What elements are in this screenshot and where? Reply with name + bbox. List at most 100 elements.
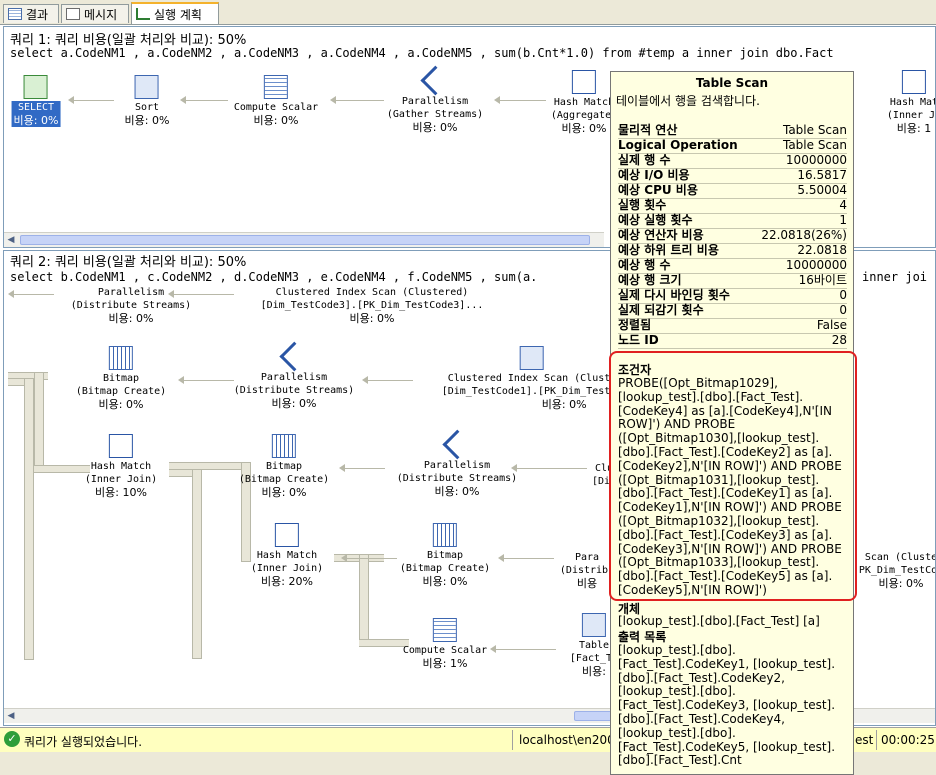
plan-node-cost: 비용: 0% <box>412 121 458 134</box>
tooltip-property-value: Table Scan <box>782 138 847 152</box>
tab-execution-plan[interactable]: 실행 계획 <box>131 2 219 24</box>
plan-node-compute-scalar[interactable]: Compute Scalar 비용: 0% <box>234 75 318 127</box>
tooltip-property-row: 물리적 연산 Table Scan <box>618 123 847 139</box>
tooltip-property-value: False <box>816 318 847 332</box>
plan-node-clustered-index-scan-top[interactable]: Clustered Index Scan (Clustered) [Dim_Te… <box>261 286 484 325</box>
plan-node-clustered-index-scan-right[interactable]: Scan (Cluste PK_Dim_TestCod 비용: 0% <box>859 551 935 590</box>
plan-node-sort[interactable]: Sort 비용: 0% <box>124 75 170 127</box>
plan-node-cost: 비용: 0% <box>434 485 480 498</box>
tooltip-property-row: 예상 행 크기 16바이트 <box>618 273 847 289</box>
plan-node-clustered-index-scan-1[interactable]: Clustered Index Scan (Cluste [Dim_TestCo… <box>442 346 622 411</box>
plan-node-subtitle: (Aggregate) <box>550 110 618 121</box>
status-message: 쿼리가 실행되었습니다. <box>24 735 143 749</box>
plan-node-name: Compute Scalar <box>233 102 319 113</box>
tooltip-property-row: 예상 CPU 비용 5.50004 <box>618 183 847 199</box>
plan-node-subtitle: [Dim_TestCode3].[PK_Dim_TestCode3]... <box>260 300 484 311</box>
plan-node-name: SELECT <box>17 102 55 113</box>
tooltip-property-name: 물리적 연산 <box>618 123 678 137</box>
plan-arrow <box>362 376 413 384</box>
plan-node-parallelism-top[interactable]: Parallelism (Distribute Streams) 비용: 0% <box>71 286 191 325</box>
tooltip-property-name: 예상 연산자 비용 <box>618 228 704 242</box>
scroll-left-icon[interactable]: ◀ <box>4 709 18 723</box>
tooltip-property-name: 실제 되감기 횟수 <box>618 303 704 317</box>
status-separator <box>876 730 877 750</box>
plan-flow-line <box>359 554 369 644</box>
plan-node-name: Parallelism <box>260 372 328 383</box>
plan-node-subtitle: (Bitmap Create) <box>399 563 491 574</box>
plan-node-bitmap-2[interactable]: Bitmap (Bitmap Create) 비용: 0% <box>239 434 329 499</box>
plan-node-cost: 비용: 0% <box>124 114 170 127</box>
plan-node-name: Bitmap <box>265 461 303 472</box>
query1-sql: select a.CodeNM1 , a.CodeNM2 , a.CodeNM3… <box>10 46 834 60</box>
status-elapsed-time: 00:00:25 <box>881 733 935 747</box>
tooltip-property-name: 실제 행 수 <box>618 153 671 167</box>
tab-messages[interactable]: 메시지 <box>61 4 129 23</box>
plan-node-bitmap-3[interactable]: Bitmap (Bitmap Create) 비용: 0% <box>400 523 490 588</box>
query2-sql-tail: inner joi <box>862 270 928 284</box>
plan-arrow <box>8 290 54 298</box>
plan-node-cost: 비용: 0% <box>349 312 395 325</box>
plan-node-parallelism[interactable]: Parallelism (Gather Streams) 비용: 0% <box>386 65 484 134</box>
tooltip-property-value: 0 <box>839 303 847 317</box>
hash-match-icon <box>571 70 596 94</box>
scroll-left-icon[interactable]: ◀ <box>4 233 18 247</box>
plan-arrow <box>68 96 114 104</box>
tooltip-property-value: Table Scan <box>782 123 847 137</box>
plan-node-parallelism-1[interactable]: Parallelism (Distribute Streams) 비용: 0% <box>234 341 354 410</box>
tooltip-property-name: 정렬됨 <box>618 318 652 332</box>
query2-sql: select b.CodeNM1 , c.CodeNM2 , d.CodeNM3… <box>10 270 538 284</box>
result-tab-strip: 결과 메시지 실행 계획 <box>0 0 936 25</box>
plan-node-parallelism-2[interactable]: Parallelism (Distribute Streams) 비용: 0% <box>397 429 517 498</box>
plan-node-cost: 비용: 0% <box>271 397 317 410</box>
plan-node-cost: 비용: 20% <box>261 575 313 588</box>
plan-node-subtitle: (Gather Streams) <box>386 109 484 120</box>
scrollbar-thumb[interactable] <box>20 235 590 245</box>
hash-match-icon <box>902 70 926 94</box>
tooltip-property-row: 예상 하위 트리 비용 22.0818 <box>618 243 847 259</box>
compute-scalar-icon <box>263 75 288 99</box>
parallelism-icon <box>279 341 309 372</box>
plan-node-cost: 비용: 0% <box>541 398 587 411</box>
plan-node-subtitle: (Distribute Streams) <box>70 300 192 311</box>
plan-node-subtitle: (Inner Jo <box>886 110 936 121</box>
plan-node-subtitle: (Bitmap Create) <box>75 386 167 397</box>
bitmap-icon <box>109 346 133 370</box>
tooltip-property-name: 예상 실행 횟수 <box>618 213 693 227</box>
plan-flow-line <box>34 465 90 473</box>
tooltip-property-name: 예상 행 크기 <box>618 273 682 287</box>
hash-match-icon <box>275 523 299 547</box>
plan-node-cost: 비용: 0% <box>261 486 307 499</box>
plan-node-parallelism-3[interactable]: Para (Distribu 비용 <box>560 551 614 590</box>
tooltip-property-value: 4 <box>839 198 847 212</box>
plan-node-name: Parallelism <box>401 96 469 107</box>
tooltip-property-row: 예상 실행 횟수 1 <box>618 213 847 229</box>
query2-header: 쿼리 2: 쿼리 비용(일괄 처리와 비교): 50% <box>10 255 247 270</box>
plan-node-select[interactable]: SELECT 비용: 0% <box>11 75 61 127</box>
scrollbar-thumb[interactable] <box>574 711 614 721</box>
plan-arrow <box>330 96 384 104</box>
plan-node-name: Bitmap <box>102 373 140 384</box>
plan-node-subtitle: (Inner Join) <box>84 474 158 485</box>
status-separator <box>512 730 513 750</box>
plan-node-bitmap-1[interactable]: Bitmap (Bitmap Create) 비용: 0% <box>76 346 166 411</box>
plan-node-cost: 비용: 0% <box>561 122 607 135</box>
tooltip-output-list: [lookup_test].[dbo]. [Fact_Test].CodeKey… <box>618 643 836 768</box>
plan-node-hash-match-inner[interactable]: Hash Mat (Inner Jo 비용: 1 <box>886 70 936 135</box>
plan-node-compute-scalar[interactable]: Compute Scalar 비용: 1% <box>403 618 487 670</box>
tooltip-property-name: 실제 다시 바인딩 횟수 <box>618 288 730 302</box>
tab-results[interactable]: 결과 <box>3 4 59 23</box>
plan-arrow <box>339 464 385 472</box>
plan-node-subtitle: (Inner Join) <box>250 563 324 574</box>
tooltip-property-value: 10000000 <box>785 258 847 272</box>
success-check-icon: ✓ <box>4 731 20 747</box>
plan-node-hash-match-1[interactable]: Hash Match (Inner Join) 비용: 10% <box>85 434 157 499</box>
plan-node-hash-match-aggregate[interactable]: Hash Match (Aggregate) 비용: 0% <box>551 70 617 135</box>
select-icon <box>24 75 48 99</box>
status-server: localhost\en200 <box>519 733 615 747</box>
table-scan-tooltip: Table Scan 테이블에서 행을 검색합니다. 물리적 연산 Table S… <box>610 71 854 775</box>
tooltip-description: 테이블에서 행을 검색합니다. <box>616 94 760 108</box>
plan-node-hash-match-2[interactable]: Hash Match (Inner Join) 비용: 20% <box>251 523 323 588</box>
plan-node-name: Compute Scalar <box>402 645 488 656</box>
query1-horizontal-scrollbar[interactable]: ◀ <box>4 232 604 247</box>
tooltip-property-value: 10000000 <box>785 153 847 167</box>
